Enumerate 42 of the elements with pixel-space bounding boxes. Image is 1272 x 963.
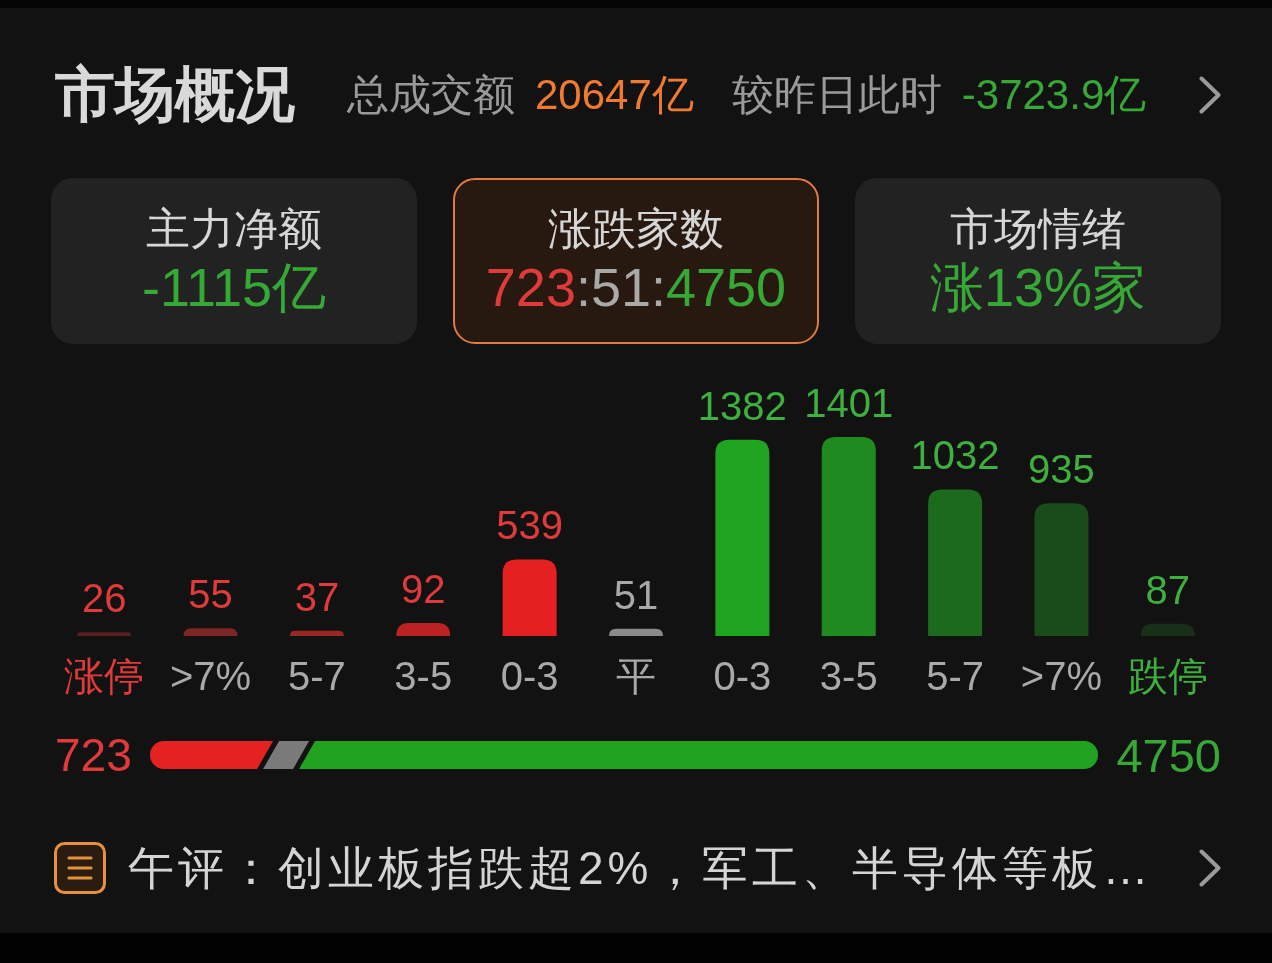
down-count: 4750 [1116, 731, 1221, 779]
category-label: >7% [1020, 654, 1103, 698]
stat-card[interactable]: 市场情绪 涨13%家 [855, 178, 1221, 344]
news-headline[interactable]: 午评：创业板指跌超2%，军工、半导体等板… [128, 845, 1153, 891]
value-label: 55 [188, 572, 233, 617]
card-title: 涨跌家数 [548, 203, 724, 255]
stat-card[interactable]: 主力净额 -1115亿 [51, 178, 417, 344]
card-title: 主力净额 [146, 203, 322, 255]
category-label: 涨停 [64, 654, 145, 698]
value-label: 37 [294, 574, 340, 619]
turnover-label: 总成交额 [347, 74, 515, 116]
card-value: 723:51:4750 [485, 256, 787, 319]
stat-card[interactable]: 涨跌家数 723:51:4750 [453, 178, 819, 344]
category-label: 0-3 [500, 654, 559, 698]
category-label: 3-5 [819, 654, 878, 698]
category-label: 0-3 [713, 654, 772, 698]
category-label: 5-7 [288, 654, 346, 698]
page-title: 市场概况 [55, 65, 295, 125]
value-label: 1032 [910, 433, 1000, 478]
value-label: 51 [613, 572, 659, 617]
turnover-value: 20647亿 [535, 74, 694, 116]
value-label: 26 [81, 576, 127, 621]
category-label: 平 [616, 654, 656, 698]
value-label: 1382 [697, 383, 787, 428]
document-icon [54, 842, 106, 894]
value-label: 87 [1145, 567, 1191, 612]
card-value: 涨13%家 [929, 256, 1147, 319]
category-label: 3-5 [394, 654, 453, 698]
value-label: 1401 [804, 381, 894, 425]
value-label: 539 [496, 503, 563, 548]
up-count: 723 [55, 732, 132, 778]
chevron-right-icon[interactable] [1199, 76, 1221, 114]
change-label: 较昨日此时 [731, 74, 942, 116]
value-label: 92 [401, 566, 446, 611]
value-label: 935 [1028, 447, 1095, 492]
chevron-right-icon[interactable] [1199, 849, 1221, 887]
card-value: -1115亿 [141, 256, 327, 319]
card-title: 市场情绪 [950, 203, 1126, 255]
category-label: >7% [169, 654, 252, 698]
category-label: 5-7 [926, 654, 984, 698]
category-label: 跌停 [1127, 654, 1208, 698]
change-value: -3723.9亿 [961, 74, 1147, 116]
